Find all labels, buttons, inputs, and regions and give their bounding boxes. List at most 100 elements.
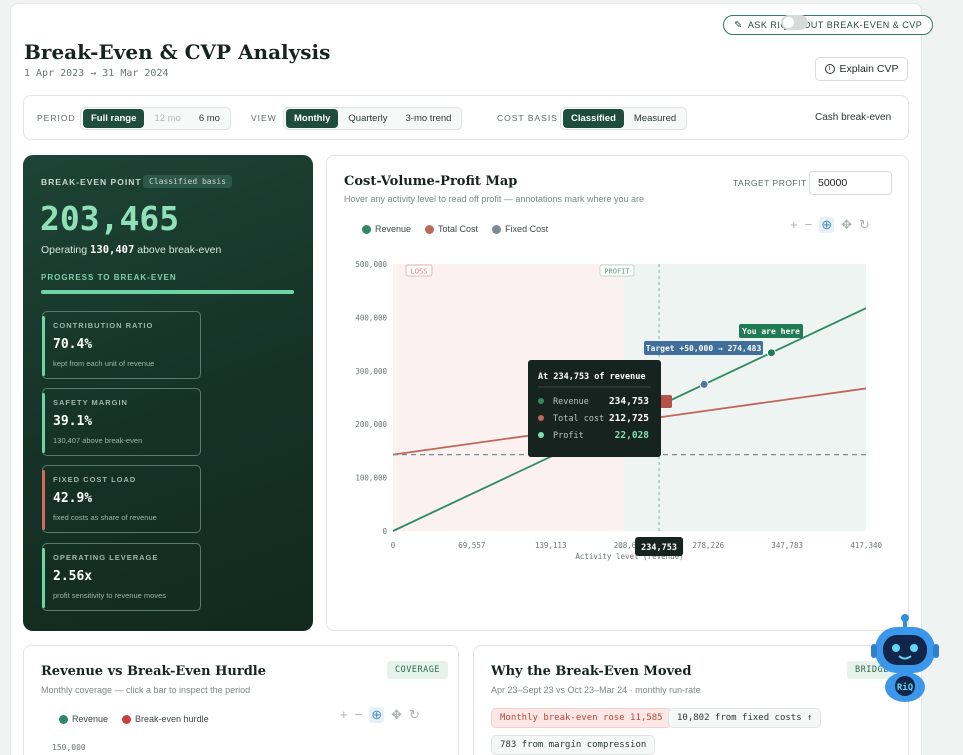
legend-revenue[interactable]: Revenue xyxy=(59,714,108,724)
y-tick-label: 100,000 xyxy=(355,474,387,483)
profit-zone-label: PROFIT xyxy=(604,268,630,276)
tooltip-dot xyxy=(538,415,544,421)
cvp-card: Cost-Volume-Profit Map Hover any activit… xyxy=(326,155,909,631)
tooltip-row-label: Profit xyxy=(553,431,584,441)
metric-desc: kept from each unit of revenue xyxy=(53,359,155,368)
bridge-pill-fixed: 10,802 from fixed costs ↑ xyxy=(668,708,822,728)
cvp-chart[interactable]: LOSS PROFIT 0 100,000 200,000 300,000 400,000 5… xyxy=(327,156,910,632)
pan-icon[interactable]: ✥ xyxy=(391,707,402,723)
y-tick-label: 0 xyxy=(382,527,387,536)
x-tick-label: 0 xyxy=(391,541,396,550)
date-range: 1 Apr 2023 → 31 Mar 2024 xyxy=(24,68,169,79)
period-label: PERIOD xyxy=(37,113,76,123)
x-tick-label: 69,557 xyxy=(458,541,485,550)
bridge-pill-margin: 783 from margin compression xyxy=(491,735,656,755)
zoom-select-icon[interactable]: ⊕ xyxy=(369,707,385,723)
tooltip-row-value: 212,725 xyxy=(609,413,649,424)
metric-accent xyxy=(42,548,45,608)
view-option-quarterly[interactable]: Quarterly xyxy=(340,109,395,128)
y-tick-label: 500,000 xyxy=(355,260,387,269)
legend-dot xyxy=(59,714,68,724)
metric-desc: fixed costs as share of revenue xyxy=(53,513,157,522)
view-option-monthly[interactable]: Monthly xyxy=(286,109,339,128)
view-segment: Monthly Quarterly 3-mo trend xyxy=(283,107,463,130)
progress-fill xyxy=(41,290,294,294)
y-tick-label: 150,000 xyxy=(52,743,86,752)
info-icon: i xyxy=(824,64,835,74)
chart-tools: + − ⊕ ✥ ↻ xyxy=(340,707,420,723)
cost-basis-measured[interactable]: Measured xyxy=(626,109,684,128)
revenue-hurdle-card: Revenue vs Break-Even Hurdle Monthly cov… xyxy=(23,645,459,755)
cost-basis-segment: Classified Measured xyxy=(560,107,688,130)
revenue-legend: Revenue Break-even hurdle xyxy=(59,714,209,724)
period-option-6-mo[interactable]: 6 mo xyxy=(191,109,228,128)
ask-riq-button[interactable]: ✎ ASK RIQ ABOUT BREAK-EVEN & CVP xyxy=(723,15,934,35)
explain-cvp-label: Explain CVP xyxy=(839,63,899,75)
metric-contribution-ratio[interactable]: CONTRIBUTION RATIO 70.4% kept from each … xyxy=(42,311,201,379)
filter-toolbar: PERIOD Full range 12 mo 6 mo VIEW Monthl… xyxy=(23,95,909,140)
current-marker xyxy=(766,348,776,358)
legend-label: Revenue xyxy=(72,714,109,724)
metric-label: FIXED COST LOAD xyxy=(53,475,137,484)
metric-desc: 130,407 above break-even xyxy=(53,436,143,445)
x-tick-label: 139,113 xyxy=(535,541,567,550)
tooltip-row-value: 22,028 xyxy=(615,430,650,441)
legend-label: Break-even hurdle xyxy=(135,714,209,724)
metric-fixed-cost-load[interactable]: FIXED COST LOAD 42.9% fixed costs as sha… xyxy=(42,465,201,533)
hover-x-label: 234,753 xyxy=(641,543,677,553)
page-title: Break-Even & CVP Analysis xyxy=(24,40,331,64)
metric-desc: profit sensitivity to revenue moves xyxy=(53,591,166,600)
metric-value: 2.56x xyxy=(53,569,93,584)
current-annotation-label: You are here xyxy=(742,327,800,336)
bep-operating-line: Operating 130,407 above break-even xyxy=(41,244,221,256)
bep-sub-prefix: Operating xyxy=(41,244,88,256)
progress-bar xyxy=(41,290,294,294)
tooltip-row-label: Total cost xyxy=(553,414,604,424)
bridge-card: Why the Break-Even Moved Apr 23–Sept 23 … xyxy=(473,645,909,755)
cash-break-even-label: Cash break-even xyxy=(815,112,892,123)
bep-basis-badge: Classified basis xyxy=(143,175,233,188)
metric-accent xyxy=(42,316,45,376)
progress-label: PROGRESS TO BREAK-EVEN xyxy=(41,273,177,282)
y-tick-label: 400,000 xyxy=(355,313,387,322)
target-annotation-label: Target +50,000 → 274,483 xyxy=(646,344,762,353)
cost-basis-classified[interactable]: Classified xyxy=(563,109,624,128)
cash-break-even-toggle[interactable] xyxy=(781,15,808,30)
bridge-title: Why the Break-Even Moved xyxy=(491,664,692,679)
reset-icon[interactable]: ↻ xyxy=(409,707,420,723)
period-option-12-mo[interactable]: 12 mo xyxy=(146,109,188,128)
tooltip-row-label: Revenue xyxy=(553,397,589,407)
coverage-tag: COVERAGE xyxy=(387,661,448,679)
metric-safety-margin[interactable]: SAFETY MARGIN 39.1% 130,407 above break-… xyxy=(42,388,201,456)
sparkle-icon: ✎ xyxy=(734,19,743,31)
x-tick-label: 417,340 xyxy=(850,541,882,550)
ask-riq-label: ASK RIQ ABOUT BREAK-EVEN & CVP xyxy=(747,20,923,30)
tooltip-title: At 234,753 of revenue xyxy=(538,372,645,382)
bep-sub-value: 130,407 xyxy=(90,244,135,256)
metric-label: SAFETY MARGIN xyxy=(53,398,128,407)
y-tick-label: 200,000 xyxy=(355,420,387,429)
cost-basis-label: COST BASIS xyxy=(497,113,558,123)
riq-assistant-icon[interactable]: RiQ xyxy=(871,612,939,704)
zoom-out-icon[interactable]: − xyxy=(355,707,363,723)
metric-accent xyxy=(42,393,45,453)
period-option-full-range[interactable]: Full range xyxy=(83,109,145,128)
view-option-3mo-trend[interactable]: 3-mo trend xyxy=(398,109,460,128)
metric-value: 42.9% xyxy=(53,491,93,506)
metric-value: 70.4% xyxy=(53,337,93,352)
zoom-in-icon[interactable]: + xyxy=(340,707,348,723)
y-tick-label: 300,000 xyxy=(355,367,387,376)
explain-cvp-button[interactable]: i Explain CVP xyxy=(815,57,908,81)
metric-accent xyxy=(42,470,45,530)
metric-label: CONTRIBUTION RATIO xyxy=(53,321,154,330)
legend-hurdle[interactable]: Break-even hurdle xyxy=(122,714,209,724)
revenue-hurdle-title: Revenue vs Break-Even Hurdle xyxy=(41,664,266,679)
metric-label: OPERATING LEVERAGE xyxy=(53,553,159,562)
riq-assistant-label: RiQ xyxy=(897,682,914,693)
bep-value: 203,465 xyxy=(40,199,180,238)
metric-value: 39.1% xyxy=(53,414,93,429)
tooltip-row-value: 234,753 xyxy=(609,396,649,407)
break-even-card: BREAK-EVEN POINT Classified basis 203,46… xyxy=(23,155,313,631)
bep-sub-suffix: above break-even xyxy=(137,244,222,256)
metric-operating-leverage[interactable]: OPERATING LEVERAGE 2.56x profit sensitiv… xyxy=(42,543,201,611)
